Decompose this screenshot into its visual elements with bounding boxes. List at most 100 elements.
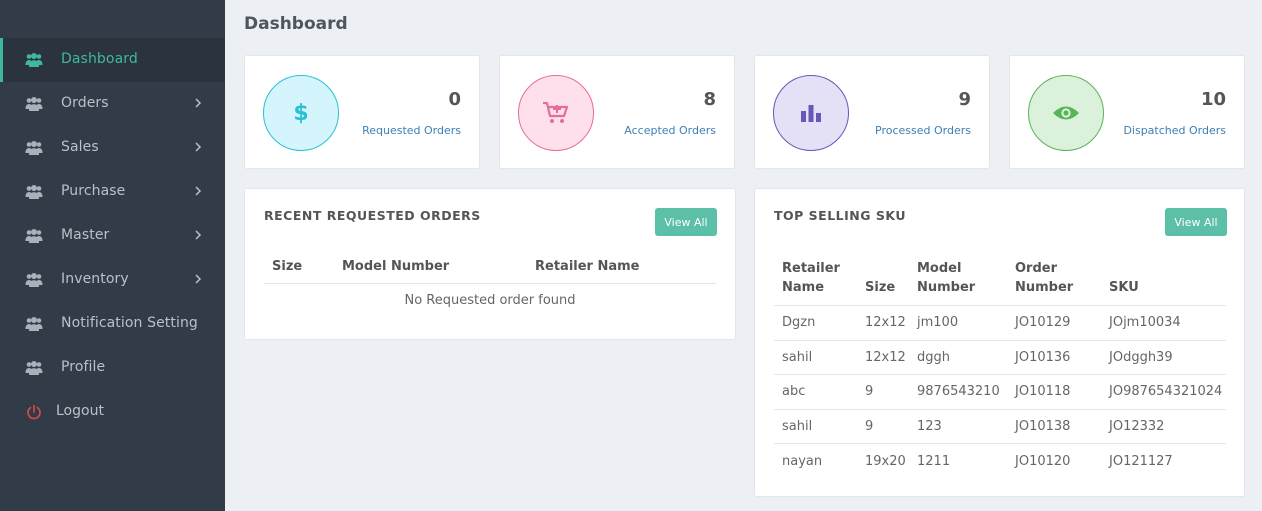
chevron-right-icon — [195, 142, 202, 152]
chevron-right-icon — [195, 274, 202, 284]
view-all-button[interactable]: View All — [1165, 208, 1227, 236]
table-cell: Dgzn — [782, 315, 816, 331]
stat-icon-circle — [1028, 75, 1104, 151]
sidebar-item-label: Sales — [61, 139, 99, 155]
table-cell: JO10136 — [1015, 349, 1071, 365]
power-icon — [27, 404, 41, 420]
cart-plus-icon — [543, 101, 569, 123]
sidebar-item-label: Logout — [56, 403, 104, 419]
table-cell: JO987654321024 — [1109, 384, 1223, 400]
table-cell: JO10118 — [1015, 384, 1071, 400]
sidebar-item-profile[interactable]: Profile — [0, 346, 225, 390]
table-cell: sahil — [782, 419, 813, 435]
table-cell: JO121127 — [1109, 453, 1173, 469]
sidebar: Dashboard Orders Sales Purchase Master Invent… — [0, 0, 225, 511]
top-sku-panel: TOP SELLING SKU View All Retailer Name S… — [754, 188, 1245, 497]
table-header-row: Retailer Name Size Model Number Order Nu… — [774, 259, 1226, 306]
sidebar-item-orders[interactable]: Orders — [0, 82, 225, 126]
stat-card[interactable]: $0 Requested Orders — [244, 55, 480, 169]
sidebar-item-label: Inventory — [61, 271, 129, 287]
chevron-right-icon — [195, 186, 202, 196]
table-row: nayan 19x20 1211 JO10120 JO121127 — [774, 444, 1226, 479]
table-row: sahil 12x12 dggh JO10136 JOdggh39 — [774, 340, 1226, 375]
stat-card[interactable]: 10 Dispatched Orders — [1009, 55, 1245, 169]
stat-value: 8 — [703, 89, 716, 110]
stat-card[interactable]: 8 Accepted Orders — [499, 55, 735, 169]
sidebar-item-label: Profile — [61, 359, 106, 375]
users-icon — [25, 229, 43, 243]
stat-value: 10 — [1200, 89, 1226, 110]
table-cell: JOdggh39 — [1109, 349, 1173, 365]
table-header-row: Size Model Number Retailer Name — [264, 255, 716, 284]
sidebar-item-sales[interactable]: Sales — [0, 126, 225, 170]
sidebar-header — [0, 0, 225, 38]
table-cell: 123 — [917, 419, 942, 435]
column-header[interactable]: Size — [865, 259, 917, 306]
sidebar-item-label: Purchase — [61, 183, 126, 199]
sidebar-item-logout[interactable]: Logout — [0, 390, 225, 434]
table-row: sahil 9 123 JO10138 JO12332 — [774, 409, 1226, 444]
column-header[interactable]: Model Number — [342, 255, 535, 284]
stat-label[interactable]: Accepted Orders — [624, 124, 716, 137]
sidebar-item-master[interactable]: Master — [0, 214, 225, 258]
panel-title: TOP SELLING SKU — [774, 208, 906, 223]
stat-label[interactable]: Processed Orders — [875, 124, 971, 137]
dollar-icon: $ — [293, 101, 308, 126]
sidebar-item-label: Master — [61, 227, 110, 243]
users-icon — [25, 273, 43, 287]
svg-text:$: $ — [293, 101, 308, 126]
empty-message: No Requested order found — [404, 293, 576, 308]
recent-orders-table: Size Model Number Retailer Name No Reque… — [264, 255, 716, 308]
bar-chart-icon — [801, 105, 821, 122]
stat-label[interactable]: Dispatched Orders — [1123, 124, 1226, 137]
table-cell: 9 — [865, 384, 874, 400]
table-cell: 12x12 — [865, 315, 906, 331]
stat-value: 9 — [958, 89, 971, 110]
sidebar-item-label: Notification Setting — [61, 315, 198, 331]
eye-icon — [1053, 106, 1079, 120]
column-header[interactable]: SKU — [1109, 259, 1226, 306]
table-cell: JO12332 — [1109, 419, 1165, 435]
stat-label[interactable]: Requested Orders — [362, 124, 461, 137]
stat-card[interactable]: 9 Processed Orders — [754, 55, 990, 169]
sidebar-item-notification-setting[interactable]: Notification Setting — [0, 302, 225, 346]
table-cell: jm100 — [917, 315, 959, 331]
sidebar-item-label: Orders — [61, 95, 109, 111]
table-cell: 9876543210 — [917, 384, 1000, 400]
column-header[interactable]: Model Number — [917, 259, 1015, 306]
page-title: Dashboard — [244, 14, 348, 34]
sidebar-item-inventory[interactable]: Inventory — [0, 258, 225, 302]
table-cell: 12x12 — [865, 349, 906, 365]
table-row: Dgzn 12x12 jm100 JO10129 JOjm10034 — [774, 306, 1226, 341]
table-cell: 9 — [865, 419, 874, 435]
column-header[interactable]: Retailer Name — [774, 259, 865, 306]
table-cell: nayan — [782, 453, 823, 469]
table-cell: sahil — [782, 349, 813, 365]
column-header[interactable]: Retailer Name — [535, 255, 716, 284]
view-all-button[interactable]: View All — [655, 208, 717, 236]
users-icon — [25, 317, 43, 331]
table-cell: JO10120 — [1015, 453, 1071, 469]
table-cell: dggh — [917, 349, 950, 365]
table-cell: 1211 — [917, 453, 951, 469]
chevron-right-icon — [195, 98, 202, 108]
users-icon — [25, 141, 43, 155]
chevron-right-icon — [195, 230, 202, 240]
users-icon — [25, 97, 43, 111]
stat-icon-circle — [773, 75, 849, 151]
sidebar-item-dashboard[interactable]: Dashboard — [0, 38, 225, 82]
users-icon — [25, 361, 43, 375]
column-header[interactable]: Size — [264, 255, 342, 284]
table-cell: abc — [782, 384, 806, 400]
sidebar-item-label: Dashboard — [61, 51, 138, 67]
stat-value: 0 — [448, 89, 461, 110]
table-cell: JO10129 — [1015, 315, 1071, 331]
table-cell: JOjm10034 — [1109, 315, 1181, 331]
table-cell: 19x20 — [865, 453, 906, 469]
table-row: No Requested order found — [264, 284, 716, 308]
top-sku-table: Retailer Name Size Model Number Order Nu… — [774, 259, 1226, 478]
table-cell: JO10138 — [1015, 419, 1071, 435]
users-icon — [25, 185, 43, 199]
column-header[interactable]: Order Number — [1015, 259, 1109, 306]
sidebar-item-purchase[interactable]: Purchase — [0, 170, 225, 214]
